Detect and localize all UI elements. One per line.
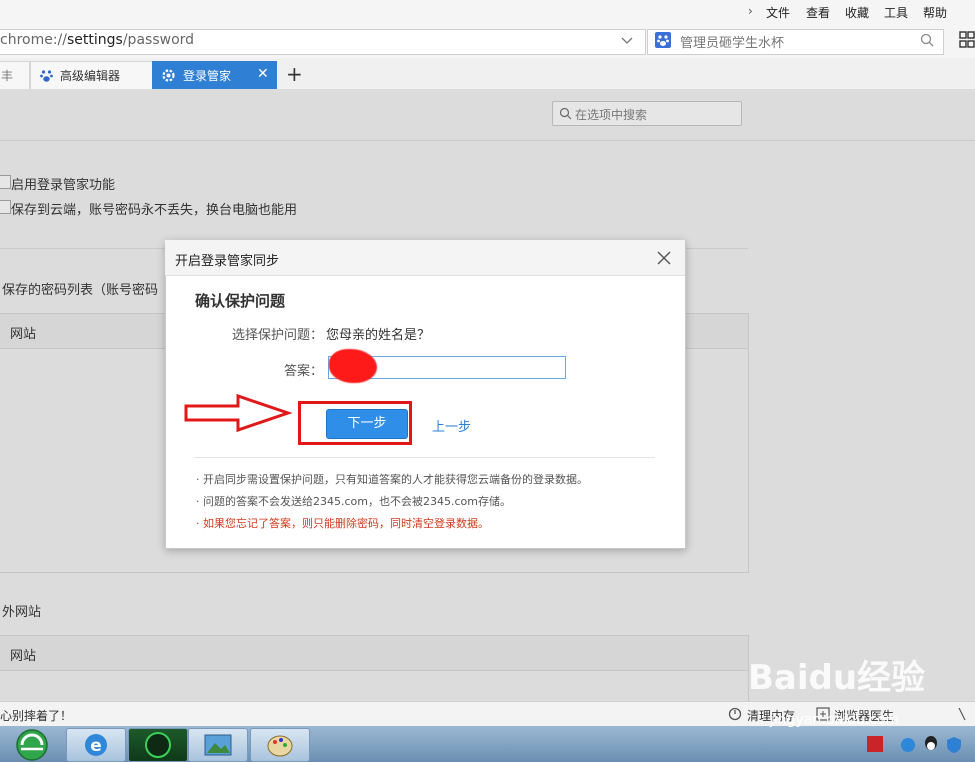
options-search-input[interactable]: 在选项中搜索: [552, 101, 742, 126]
previous-step-link[interactable]: 上一步: [432, 416, 471, 435]
taskbar-ie[interactable]: e: [66, 728, 126, 762]
menu-file[interactable]: 文件: [766, 4, 790, 21]
dialog-heading: 确认保护问题: [195, 292, 286, 310]
divider: [0, 140, 975, 141]
new-tab-icon[interactable]: +: [286, 62, 303, 86]
svg-text:e: e: [90, 736, 102, 756]
tab-partial[interactable]: 丰: [0, 61, 30, 89]
chevron-down-icon[interactable]: [620, 34, 634, 48]
search-input[interactable]: 管理员砸学生水杯: [680, 32, 784, 51]
exceptions-title: 外网站: [2, 605, 42, 620]
memory-clean-icon: [728, 707, 742, 721]
resize-grip-icon[interactable]: [955, 706, 969, 722]
menu-bar: › 文件 查看 收藏 工具 帮助: [0, 0, 975, 24]
save-cloud-label: 保存到云端，账号密码永不丢失，换台电脑也能用: [11, 203, 298, 218]
dialog-title: 开启登录管家同步: [175, 254, 280, 269]
question-label: 选择保护问题：: [232, 328, 324, 343]
address-url[interactable]: chrome://settings/password: [0, 32, 194, 48]
taskbar-photo-viewer[interactable]: [188, 728, 248, 762]
question-value: 您母亲的姓名是？: [326, 328, 431, 343]
next-step-button[interactable]: 下一步: [326, 409, 408, 439]
enable-login-manager-checkbox[interactable]: [0, 175, 11, 189]
menu-view[interactable]: 查看: [806, 4, 830, 21]
close-icon[interactable]: [657, 251, 671, 265]
baidu-paw-icon: [40, 70, 53, 82]
picture-icon: [204, 734, 232, 756]
chevron-right-icon[interactable]: ›: [748, 4, 753, 18]
menu-help[interactable]: 帮助: [923, 4, 947, 21]
baidu-watermark: Baidu经验: [748, 658, 926, 698]
tab-login-manager[interactable]: 登录管家 ✕: [152, 61, 277, 89]
status-text: 心别摔着了！: [0, 709, 73, 723]
start-button-icon[interactable]: [12, 728, 52, 762]
ie-icon: e: [85, 734, 107, 756]
gear-icon: [162, 69, 175, 82]
save-cloud-checkbox[interactable]: [0, 200, 11, 214]
close-icon[interactable]: ✕: [257, 66, 269, 82]
taskbar-paint[interactable]: [250, 728, 310, 762]
annotation-arrow-icon: [184, 393, 293, 433]
answer-label: 答案：: [284, 364, 324, 379]
taskbar-team-app[interactable]: [128, 728, 188, 762]
menu-favorites[interactable]: 收藏: [845, 4, 869, 21]
note-line: · 开启同步需设置保护问题，只有知道答案的人才能获得您云端备份的登录数据。: [196, 473, 588, 486]
note-line: · 问题的答案不会发送给2345.com，也不会被2345.com存储。: [196, 495, 511, 508]
table-header: 网站: [0, 636, 748, 671]
enable-login-manager-label: 启用登录管家功能: [11, 178, 116, 193]
tray-app-icon[interactable]: [866, 735, 884, 753]
search-icon[interactable]: [920, 33, 934, 47]
warning-note: · 如果您忘记了答案，则只能删除密码，同时清空登录数据。: [196, 517, 489, 530]
tab-editor[interactable]: 高级编辑器: [30, 61, 153, 89]
search-icon: [559, 107, 572, 120]
divider: [194, 457, 655, 458]
palette-icon: [267, 735, 293, 757]
redaction-mark: [329, 349, 377, 383]
tray-shield-icon[interactable]: [946, 736, 962, 754]
baidu-paw-icon: [655, 32, 671, 48]
tray-ie-icon[interactable]: [900, 737, 916, 753]
dialog-header: 开启登录管家同步: [165, 240, 685, 276]
saved-passwords-title: 保存的密码列表（账号密码: [2, 283, 159, 298]
team-badge-icon: [145, 732, 171, 758]
apps-grid-icon[interactable]: [958, 30, 975, 50]
menu-tools[interactable]: 工具: [884, 4, 908, 21]
tray-qq-icon[interactable]: [922, 735, 940, 753]
watermark-url: jingyan.baidu.com: [770, 712, 900, 728]
